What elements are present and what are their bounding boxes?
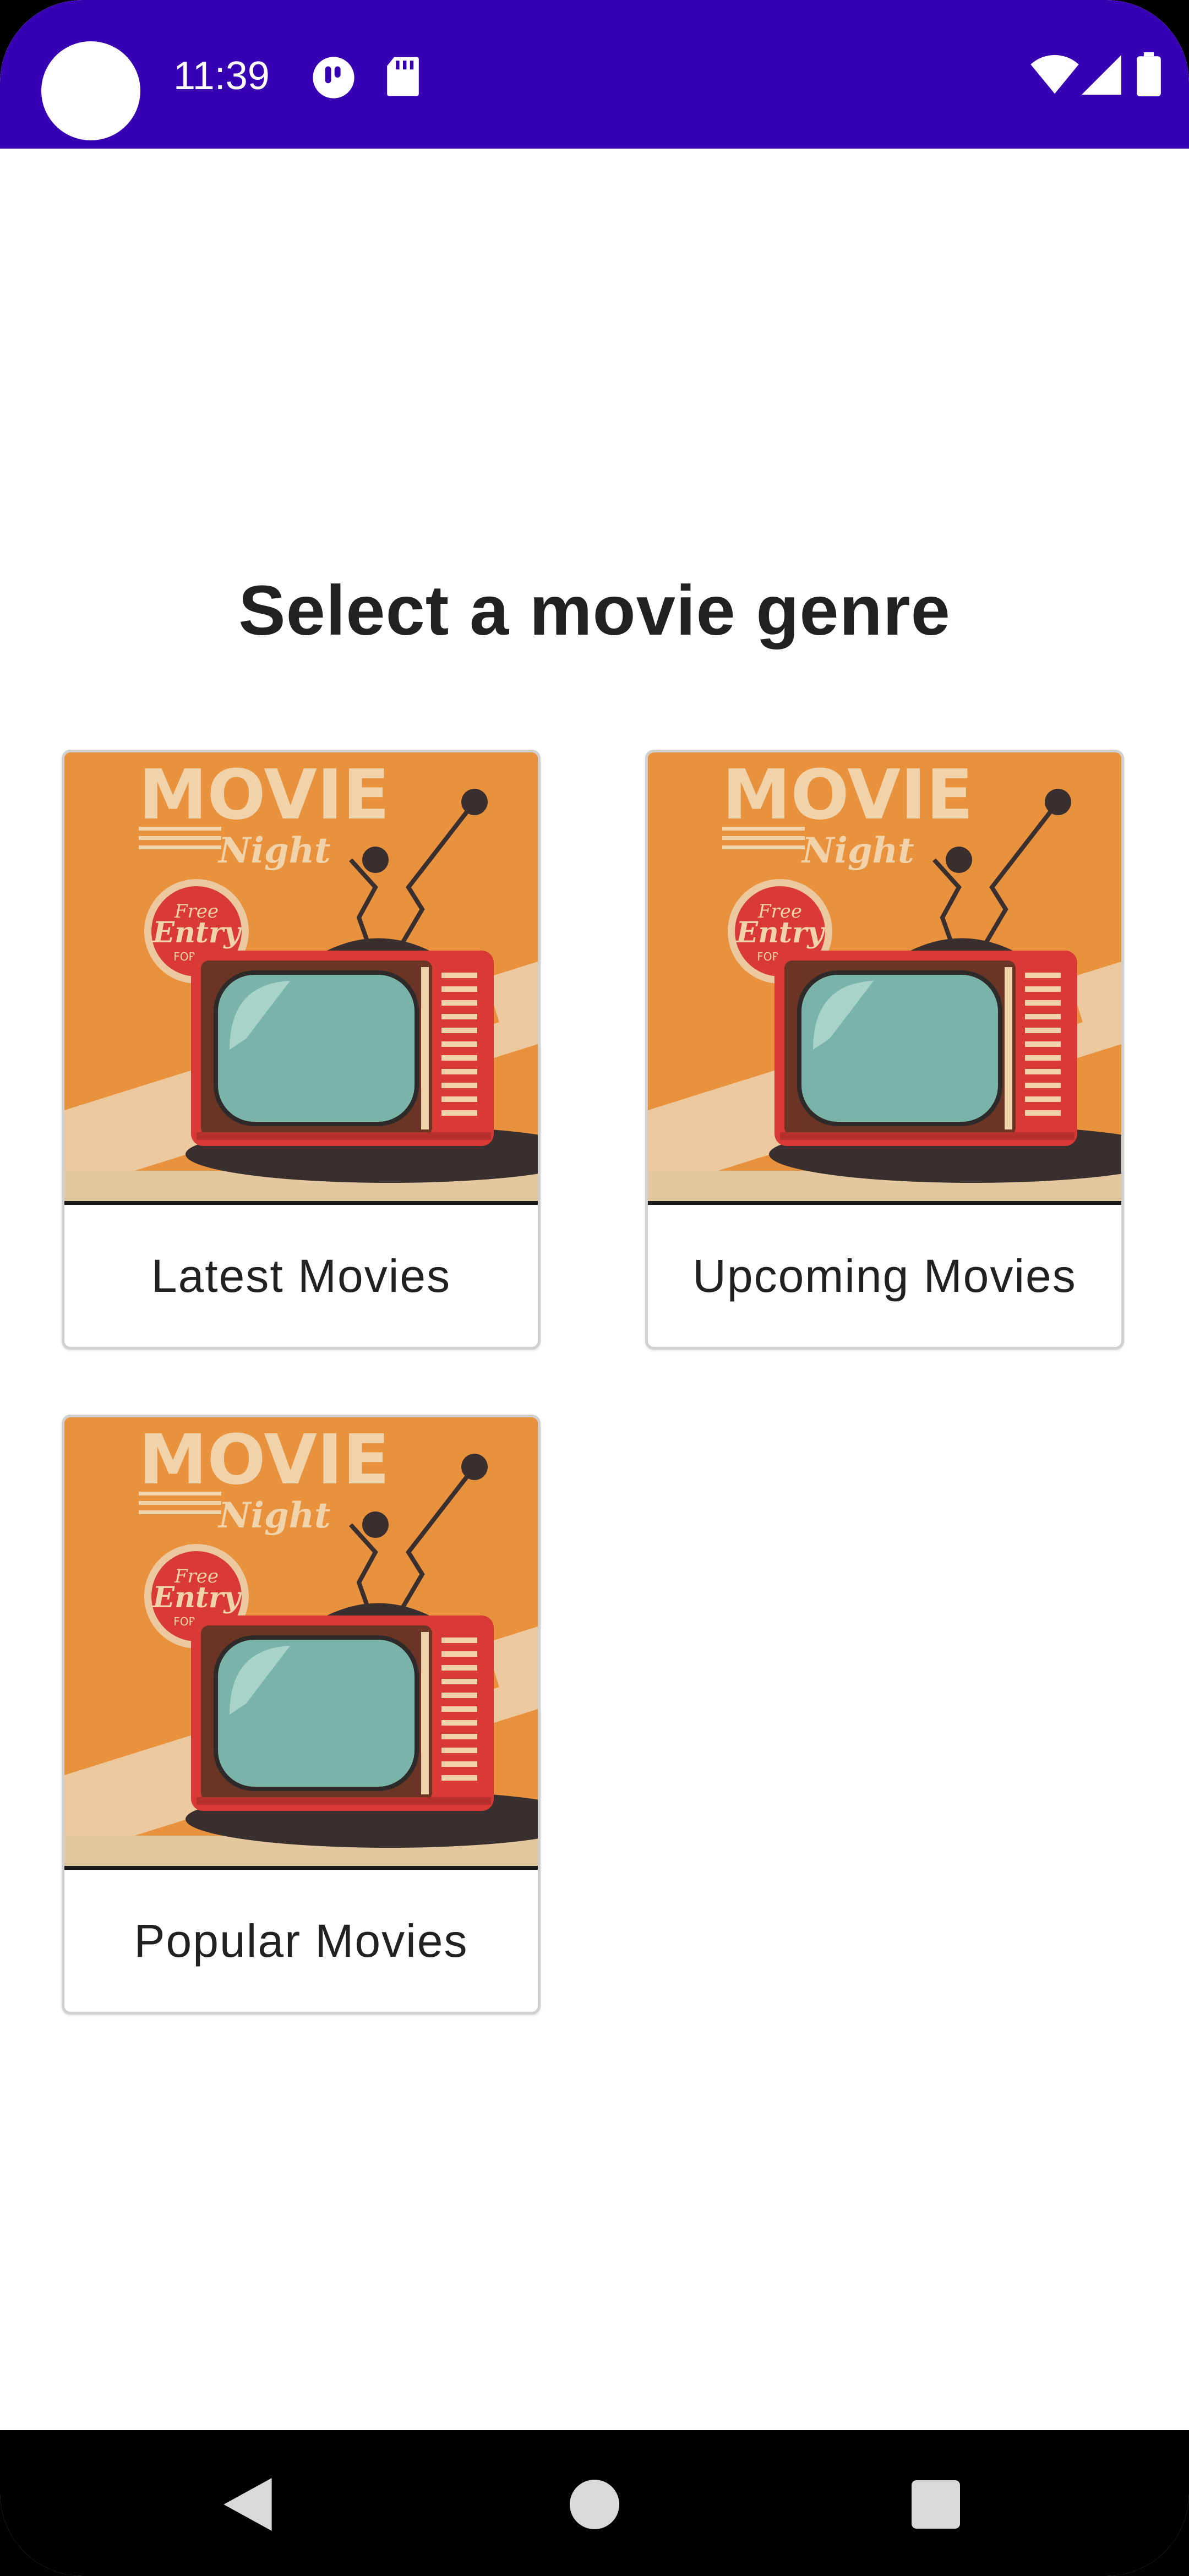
poster-heading: MOVIE: [139, 755, 390, 835]
wifi-icon: [1029, 54, 1080, 96]
cellular-signal-icon: [1082, 55, 1121, 95]
poster-script-text: Night: [801, 830, 914, 871]
poster-heading: MOVIE: [139, 1420, 390, 1500]
status-bar: 11:39: [0, 0, 1189, 149]
movie-night-poster-illustration: MOVIE Night Free Entry FOR ALL: [64, 752, 538, 1201]
recents-icon[interactable]: [895, 2463, 977, 2546]
movie-night-poster-illustration: MOVIE Night Free Entry FOR ALL: [648, 752, 1121, 1201]
sd-card-icon: [385, 55, 421, 98]
genre-poster-image: MOVIE Night Free Entry FOR ALL: [64, 1417, 538, 1870]
poster-badge-line2: Entry: [151, 916, 242, 949]
genre-card-label: Latest Movies: [151, 1249, 451, 1302]
battery-icon: [1137, 52, 1161, 96]
poster-badge-line2: Entry: [735, 916, 826, 949]
home-icon[interactable]: [553, 2463, 636, 2546]
poster-script-text: Night: [217, 1495, 331, 1536]
page-title: Select a movie genre: [238, 571, 951, 650]
device-screen: 11:39 Select a movie genre MOVIE Night F…: [0, 0, 1189, 2576]
poster-heading: MOVIE: [722, 755, 973, 835]
genre-card-label: Upcoming Movies: [692, 1249, 1077, 1302]
poster-script-text: Night: [217, 830, 331, 871]
camera-cutout: [41, 41, 140, 140]
genre-card-latest[interactable]: MOVIE Night Free Entry FOR ALL: [62, 750, 541, 1350]
genre-poster-image: MOVIE Night Free Entry FOR ALL: [64, 752, 538, 1205]
genre-card-upcoming[interactable]: MOVIE Night Free Entry FOR ALL: [645, 750, 1124, 1350]
poster-badge-line2: Entry: [151, 1581, 242, 1614]
genre-poster-image: MOVIE Night Free Entry FOR ALL: [648, 752, 1121, 1205]
genre-card-popular[interactable]: MOVIE Night Free Entry FOR ALL: [62, 1415, 541, 2015]
back-icon[interactable]: [206, 2463, 289, 2546]
genre-card-label: Popular Movies: [134, 1914, 468, 1967]
movie-night-poster-illustration: MOVIE Night Free Entry FOR ALL: [64, 1417, 538, 1866]
app-notification-icon: [311, 55, 356, 100]
system-navigation-bar: [0, 2430, 1189, 2576]
status-time: 11:39: [173, 54, 270, 98]
